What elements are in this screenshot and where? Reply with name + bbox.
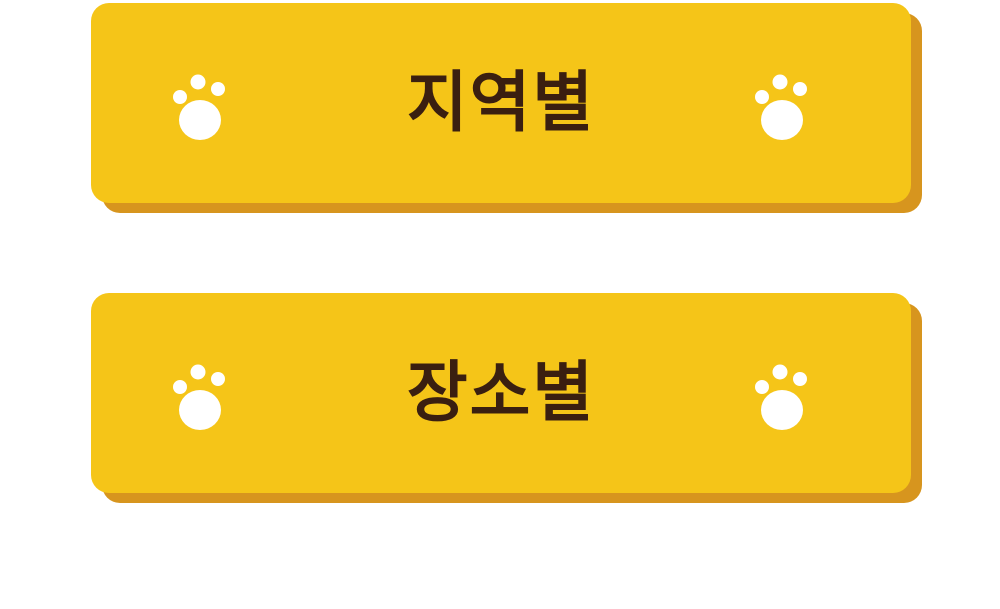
region-button-label: 지역별 [406,64,596,141]
paw-icon [753,361,817,433]
region-button[interactable]: 지역별 [91,3,911,203]
place-button-label: 장소별 [406,354,596,431]
paw-icon [171,361,235,433]
paw-icon [171,71,235,143]
canvas: 지역별 장소별 [0,0,1000,609]
paw-icon [753,71,817,143]
place-button[interactable]: 장소별 [91,293,911,493]
